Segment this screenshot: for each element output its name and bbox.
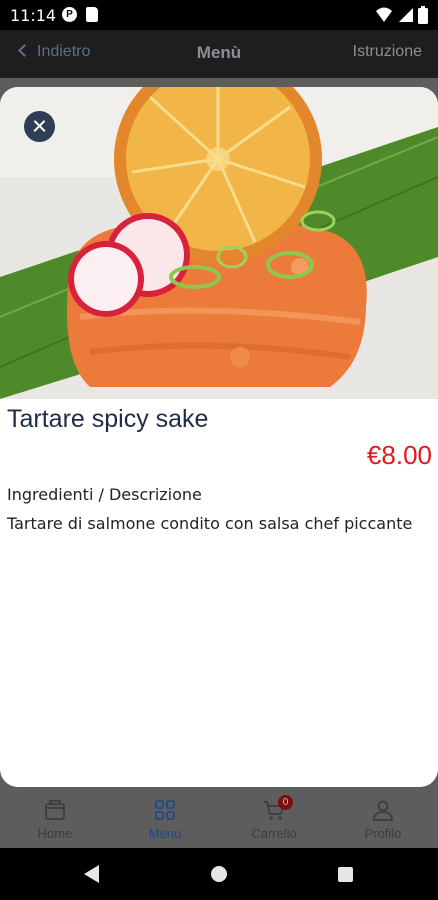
sd-card-icon [86, 7, 98, 22]
description-label: Ingredienti / Descrizione [7, 485, 202, 504]
user-icon [373, 800, 393, 821]
nav-menu-label: Menù [148, 826, 182, 841]
signal-icon [398, 8, 413, 22]
nav-home-label: Home [37, 826, 73, 841]
nav-profile-label: Profilo [364, 826, 402, 841]
bottom-nav: Home Menù 0 Carrello Profilo [0, 790, 438, 848]
nav-profile[interactable]: Profilo [328, 790, 438, 848]
system-home-icon[interactable] [211, 866, 227, 882]
battery-icon [418, 6, 428, 24]
wifi-icon [376, 7, 393, 22]
dish-detail-modal: Tartare spicy sake €8.00 Ingredienti / D… [0, 87, 438, 787]
system-recents-icon[interactable] [338, 867, 353, 882]
app-bar: Indietro Menù Istruzione [0, 30, 438, 78]
status-bar: 11:14 P [0, 0, 438, 30]
nav-home[interactable]: Home [0, 790, 110, 848]
dish-description: Tartare di salmone condito con salsa che… [7, 514, 413, 533]
status-right-icons [375, 6, 428, 24]
system-back-icon[interactable] [84, 865, 99, 883]
status-time: 11:14 [10, 6, 57, 25]
close-button[interactable] [24, 111, 55, 142]
dish-photo [0, 87, 438, 399]
notification-app-icon: P [62, 7, 77, 22]
system-nav-bar [0, 848, 438, 900]
nav-cart[interactable]: 0 Carrello [219, 790, 329, 848]
instructions-button[interactable]: Istruzione [353, 43, 422, 61]
store-icon [45, 800, 65, 820]
nav-cart-label: Carrello [251, 826, 297, 841]
cart-count-badge: 0 [278, 795, 293, 810]
dish-name: Tartare spicy sake [7, 405, 209, 433]
dish-price: €8.00 [366, 440, 432, 470]
grid-icon [155, 800, 175, 820]
nav-menu[interactable]: Menù [110, 790, 220, 848]
